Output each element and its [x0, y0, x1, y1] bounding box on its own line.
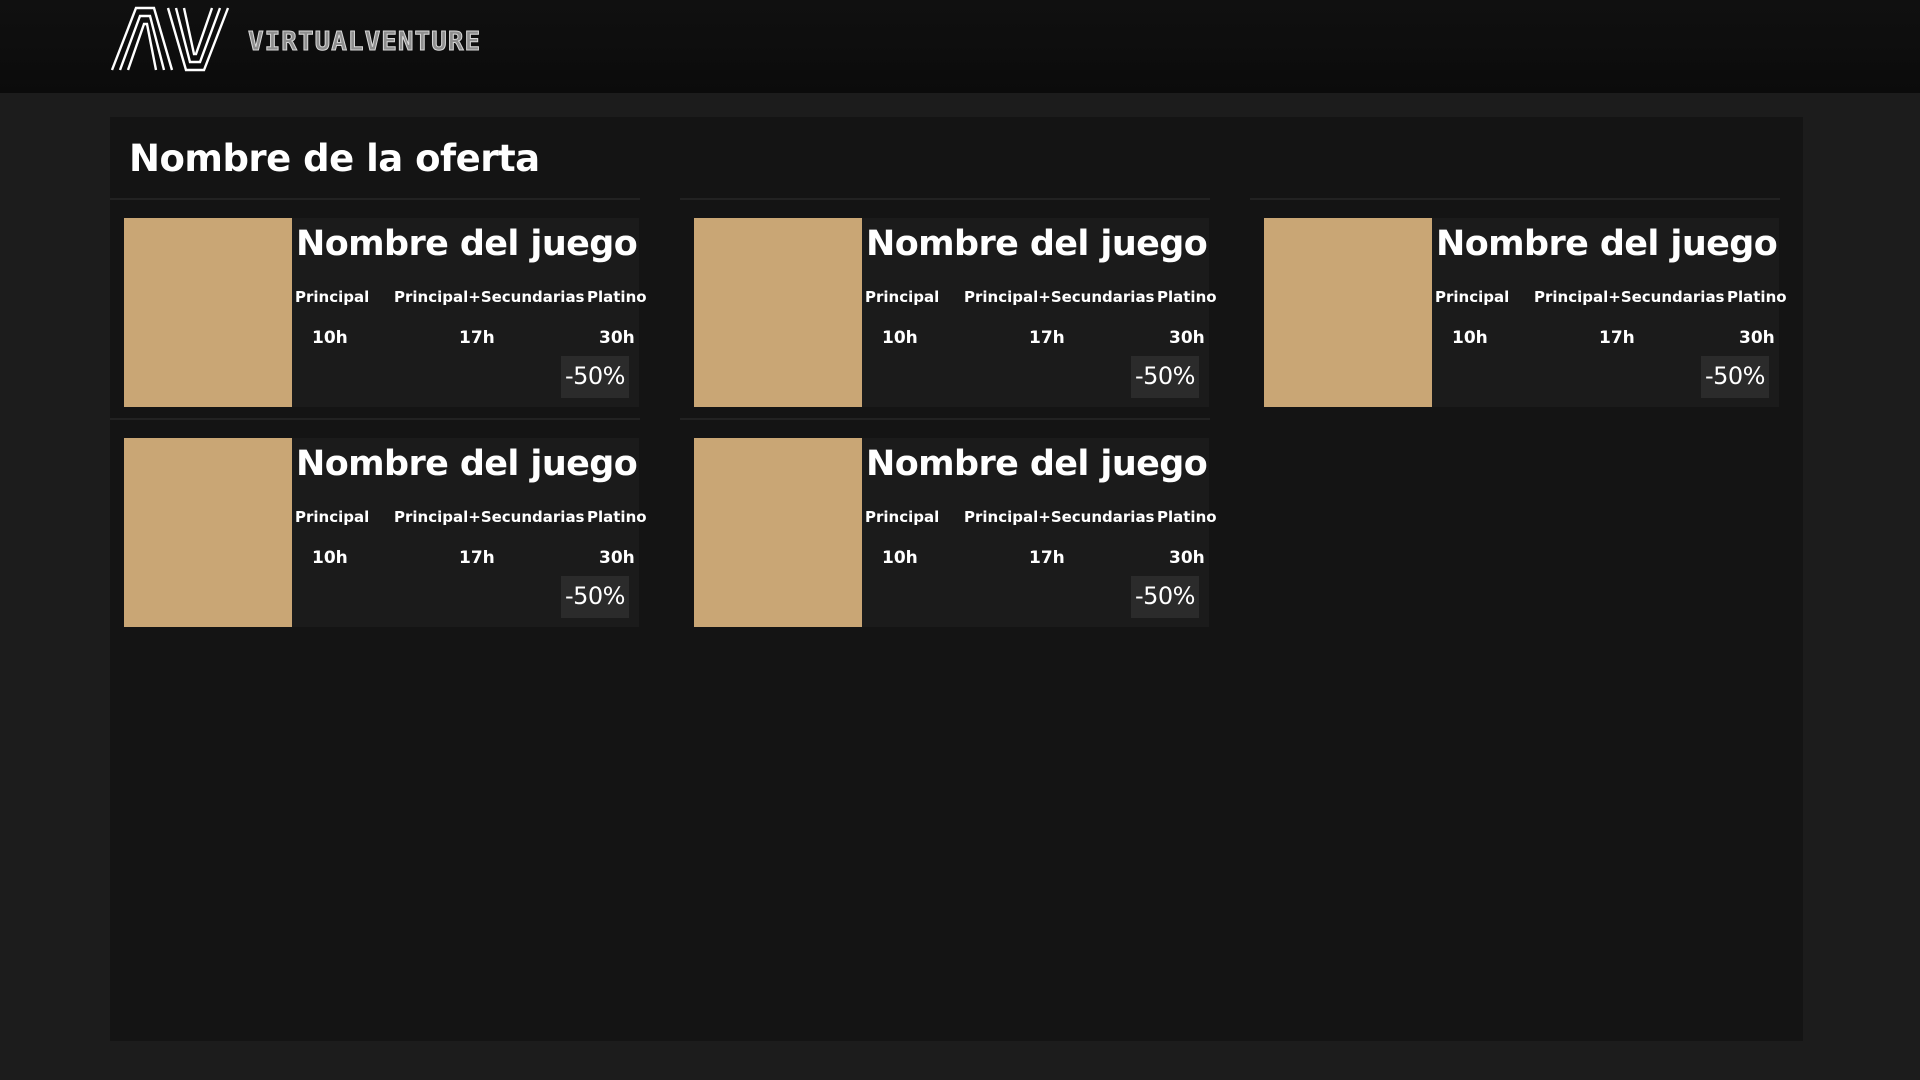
- platinum-time: 30h: [599, 328, 635, 348]
- main-story-time: 10h: [312, 548, 348, 568]
- main-plus-extras-time: 17h: [459, 328, 495, 348]
- game-cover-image[interactable]: [124, 438, 292, 627]
- top-bar: VIRTUALVENTURE: [0, 0, 1920, 93]
- main-plus-extras-label: Principal+Secundarias: [394, 508, 585, 526]
- platinum-time: 30h: [599, 548, 635, 568]
- discount-badge: -50%: [561, 576, 629, 618]
- main-plus-extras-label: Principal+Secundarias: [964, 288, 1155, 306]
- game-card-body[interactable]: Nombre del juego Principal Principal+Sec…: [124, 218, 647, 407]
- main-story-time: 10h: [312, 328, 348, 348]
- main-plus-extras-label: Principal+Secundarias: [964, 508, 1155, 526]
- game-name[interactable]: Nombre del juego: [1436, 224, 1778, 264]
- game-card[interactable]: Nombre del juego Principal Principal+Sec…: [680, 418, 1217, 640]
- game-name[interactable]: Nombre del juego: [866, 224, 1208, 264]
- game-card[interactable]: Nombre del juego Principal Principal+Sec…: [1250, 198, 1787, 420]
- game-name[interactable]: Nombre del juego: [296, 444, 638, 484]
- platinum-label: Platino: [587, 508, 647, 526]
- main-story-label: Principal: [1435, 288, 1510, 306]
- discount-badge: -50%: [1701, 356, 1769, 398]
- platinum-time: 30h: [1169, 548, 1205, 568]
- main-story-label: Principal: [865, 288, 940, 306]
- main-plus-extras-time: 17h: [1599, 328, 1635, 348]
- game-card-body[interactable]: Nombre del juego Principal Principal+Sec…: [694, 438, 1217, 627]
- game-cover-image[interactable]: [694, 218, 862, 407]
- main-plus-extras-time: 17h: [459, 548, 495, 568]
- game-card-body[interactable]: Nombre del juego Principal Principal+Sec…: [1264, 218, 1787, 407]
- game-card[interactable]: Nombre del juego Principal Principal+Sec…: [110, 198, 647, 420]
- platinum-label: Platino: [587, 288, 647, 306]
- game-name[interactable]: Nombre del juego: [866, 444, 1208, 484]
- av-logo-icon[interactable]: [110, 6, 230, 72]
- platinum-label: Platino: [1727, 288, 1787, 306]
- main-story-time: 10h: [882, 328, 918, 348]
- platinum-time: 30h: [1169, 328, 1205, 348]
- game-card[interactable]: Nombre del juego Principal Principal+Sec…: [680, 198, 1217, 420]
- game-cover-image[interactable]: [694, 438, 862, 627]
- discount-badge: -50%: [1131, 356, 1199, 398]
- main-story-time: 10h: [882, 548, 918, 568]
- main-story-label: Principal: [295, 508, 370, 526]
- discount-badge: -50%: [561, 356, 629, 398]
- game-card-body[interactable]: Nombre del juego Principal Principal+Sec…: [694, 218, 1217, 407]
- brand-name[interactable]: VIRTUALVENTURE: [247, 27, 481, 58]
- platinum-label: Platino: [1157, 288, 1217, 306]
- offer-title: Nombre de la oferta: [129, 137, 540, 180]
- game-cover-image[interactable]: [1264, 218, 1432, 407]
- main-story-label: Principal: [865, 508, 940, 526]
- main-story-label: Principal: [295, 288, 370, 306]
- game-name[interactable]: Nombre del juego: [296, 224, 638, 264]
- main-story-time: 10h: [1452, 328, 1488, 348]
- main-plus-extras-time: 17h: [1029, 328, 1065, 348]
- main-plus-extras-label: Principal+Secundarias: [1534, 288, 1725, 306]
- platinum-label: Platino: [1157, 508, 1217, 526]
- platinum-time: 30h: [1739, 328, 1775, 348]
- game-card-body[interactable]: Nombre del juego Principal Principal+Sec…: [124, 438, 647, 627]
- main-plus-extras-time: 17h: [1029, 548, 1065, 568]
- discount-badge: -50%: [1131, 576, 1199, 618]
- game-card[interactable]: Nombre del juego Principal Principal+Sec…: [110, 418, 647, 640]
- main-plus-extras-label: Principal+Secundarias: [394, 288, 585, 306]
- offer-panel: Nombre de la oferta Nombre del juego Pri…: [110, 117, 1803, 1041]
- game-cover-image[interactable]: [124, 218, 292, 407]
